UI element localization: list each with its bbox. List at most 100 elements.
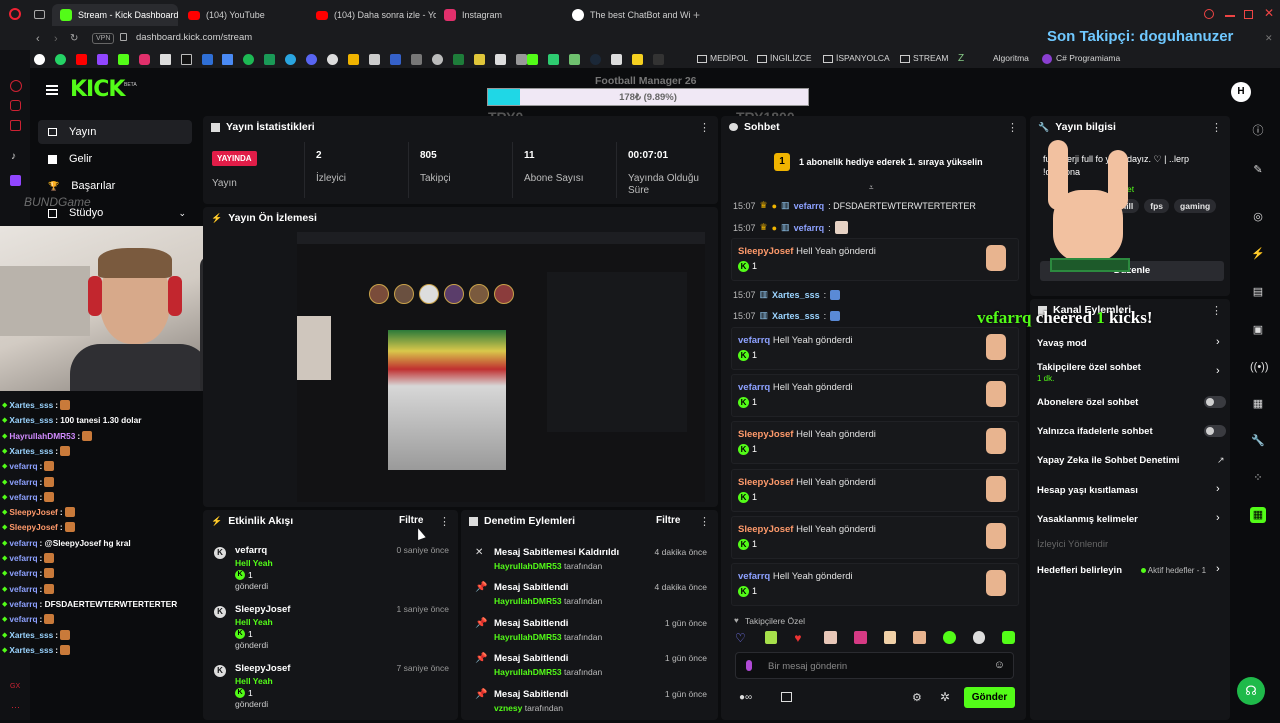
info-icon[interactable]: ⓘ bbox=[1250, 123, 1266, 139]
bookmark-algoritma[interactable]: Algoritma bbox=[993, 53, 1029, 63]
collapse-icon[interactable]: ⩡ bbox=[869, 183, 874, 193]
twitch-icon[interactable] bbox=[97, 54, 108, 65]
bookmark-ispanyolca[interactable]: İSPANYOLCA bbox=[836, 53, 890, 63]
microphone-icon[interactable] bbox=[746, 660, 752, 671]
gmail-icon[interactable] bbox=[160, 54, 171, 65]
close-icon[interactable]: ✕ bbox=[1265, 33, 1273, 44]
emote-icon[interactable] bbox=[1002, 631, 1016, 644]
bookmark-app-icon[interactable] bbox=[474, 54, 485, 65]
more-options-icon[interactable]: ⋮ bbox=[439, 515, 450, 528]
lightning-icon[interactable]: ⚡ bbox=[1250, 246, 1266, 262]
broadcast-icon[interactable]: ((•)) bbox=[1250, 359, 1269, 375]
vpn-badge[interactable]: VPN bbox=[92, 33, 115, 44]
bookmark-app-icon[interactable] bbox=[432, 54, 443, 65]
bookmark-app-icon[interactable] bbox=[548, 54, 559, 65]
followers-only-action[interactable]: Takipçilere özel sohbet bbox=[1037, 362, 1141, 373]
docs-icon[interactable] bbox=[222, 54, 233, 65]
chat-bubble-icon[interactable]: ▣ bbox=[1250, 322, 1266, 338]
tools-icon[interactable]: 🔧 bbox=[1250, 433, 1266, 449]
chevron-right-icon[interactable]: › bbox=[1216, 563, 1220, 575]
store-icon[interactable] bbox=[781, 692, 792, 702]
hamburger-menu-icon[interactable] bbox=[46, 85, 58, 95]
bookmark-app-icon[interactable] bbox=[453, 54, 464, 65]
emote-icon[interactable] bbox=[883, 631, 897, 644]
stream-preview-video[interactable] bbox=[297, 232, 705, 502]
emote-icon[interactable] bbox=[913, 631, 926, 644]
twitch-icon[interactable] bbox=[10, 175, 21, 186]
tab-overview-icon[interactable] bbox=[34, 10, 45, 19]
tab-youtube-watch-later[interactable]: (104) Daha sonra izle - Yo bbox=[308, 4, 436, 26]
back-icon[interactable]: ‹ bbox=[36, 33, 40, 45]
bookmark-app-icon[interactable] bbox=[632, 54, 643, 65]
banned-words-action[interactable]: Yasaklanmış kelimeler bbox=[1037, 514, 1138, 525]
whatsapp-icon[interactable] bbox=[55, 54, 66, 65]
more-options-icon[interactable]: ⋮ bbox=[1007, 121, 1018, 134]
nav-yayin[interactable]: Yayın bbox=[38, 120, 192, 144]
close-icon[interactable]: ✕ bbox=[1264, 6, 1274, 20]
steam-icon[interactable] bbox=[590, 54, 601, 65]
activity-filter-button[interactable]: Filtre bbox=[399, 515, 423, 526]
minimize-icon[interactable] bbox=[1225, 15, 1235, 17]
heart-emote-icon[interactable]: ♥ bbox=[794, 631, 807, 645]
support-button[interactable]: ☊ bbox=[1237, 677, 1265, 705]
chatgpt-icon[interactable] bbox=[327, 54, 338, 65]
kick-icon[interactable] bbox=[118, 54, 129, 65]
emote-icon[interactable] bbox=[972, 631, 986, 644]
bookmark-app-icon[interactable] bbox=[653, 54, 664, 65]
url-field[interactable]: dashboard.kick.com/stream bbox=[136, 32, 252, 43]
more-options-icon[interactable]: ⋮ bbox=[1211, 304, 1222, 317]
camera-icon[interactable]: ◎ bbox=[1250, 209, 1266, 225]
discord-icon[interactable] bbox=[306, 54, 317, 65]
youtube-icon[interactable] bbox=[76, 54, 87, 65]
kick-logo[interactable]: KICK bbox=[70, 77, 125, 102]
mail-icon[interactable] bbox=[202, 54, 213, 65]
more-options-icon[interactable]: ⋮ bbox=[1211, 121, 1222, 134]
account-age-action[interactable]: Hesap yaşı kısıtlaması bbox=[1037, 485, 1138, 496]
emote-only-toggle[interactable] bbox=[1204, 425, 1226, 437]
chevron-right-icon[interactable]: › bbox=[1216, 483, 1220, 495]
meet-icon[interactable] bbox=[264, 54, 275, 65]
settings-gear-icon[interactable]: ⚙ bbox=[912, 691, 922, 704]
bookmark-app-icon[interactable] bbox=[516, 54, 527, 65]
more-options-icon[interactable]: ⋮ bbox=[699, 515, 710, 528]
nav-gelir[interactable]: Gelir bbox=[38, 147, 192, 171]
opera-gx-icon[interactable] bbox=[10, 80, 22, 92]
chevron-right-icon[interactable]: › bbox=[1216, 336, 1220, 348]
bookmark-app-icon[interactable] bbox=[348, 54, 359, 65]
search-icon[interactable] bbox=[1204, 9, 1214, 19]
bookmark-ingilizce[interactable]: İNGİLİZCE bbox=[770, 53, 812, 63]
emote-icon[interactable] bbox=[942, 631, 956, 644]
chevron-right-icon[interactable]: › bbox=[1216, 365, 1220, 377]
ai-moderation-action[interactable]: Yapay Zeka ile Sohbet Denetimi bbox=[1037, 455, 1180, 466]
bookmark-app-icon[interactable] bbox=[411, 54, 422, 65]
edit-icon[interactable]: ✎ bbox=[1250, 162, 1266, 178]
new-tab-button[interactable]: + bbox=[693, 8, 700, 22]
emote-icon[interactable] bbox=[824, 631, 837, 644]
extension-icon[interactable]: ▦ bbox=[1250, 507, 1266, 523]
slow-mode-action[interactable]: Yavaş mod bbox=[1037, 338, 1087, 349]
goals-action[interactable]: Hedefleri belirleyin bbox=[1037, 565, 1122, 576]
reload-icon[interactable]: ↻ bbox=[70, 33, 78, 44]
bookmark-app-icon[interactable] bbox=[611, 54, 622, 65]
more-options-icon[interactable]: ⋮ bbox=[699, 121, 710, 134]
apps-icon[interactable]: ⁘ bbox=[1250, 470, 1266, 486]
kick-icon[interactable] bbox=[527, 54, 538, 65]
emote-icon[interactable] bbox=[764, 631, 778, 644]
quick-emote-icon[interactable]: ✲ bbox=[940, 690, 950, 704]
bookmark-medipol[interactable]: MEDİPOL bbox=[710, 53, 748, 63]
x-icon[interactable] bbox=[181, 54, 192, 65]
moderation-filter-button[interactable]: Filtre bbox=[656, 515, 680, 526]
chat-input[interactable]: Bir mesaj gönderin ☺ bbox=[735, 652, 1014, 679]
forward-icon[interactable]: › bbox=[54, 33, 58, 45]
document-icon[interactable]: ▤ bbox=[1250, 284, 1266, 300]
bookmark-app-icon[interactable] bbox=[390, 54, 401, 65]
maximize-icon[interactable] bbox=[1244, 10, 1253, 19]
emote-icon[interactable] bbox=[853, 631, 867, 644]
bookmark-app-icon[interactable] bbox=[495, 54, 506, 65]
instagram-icon[interactable] bbox=[139, 54, 150, 65]
send-button[interactable]: Gönder bbox=[964, 687, 1015, 708]
bookmark-stream[interactable]: STREAM bbox=[913, 53, 948, 63]
tab-youtube[interactable]: (104) YouTube bbox=[180, 4, 306, 26]
music-icon[interactable] bbox=[10, 120, 21, 131]
tab-kick-dashboard[interactable]: Stream - Kick Dashboard bbox=[52, 4, 178, 26]
